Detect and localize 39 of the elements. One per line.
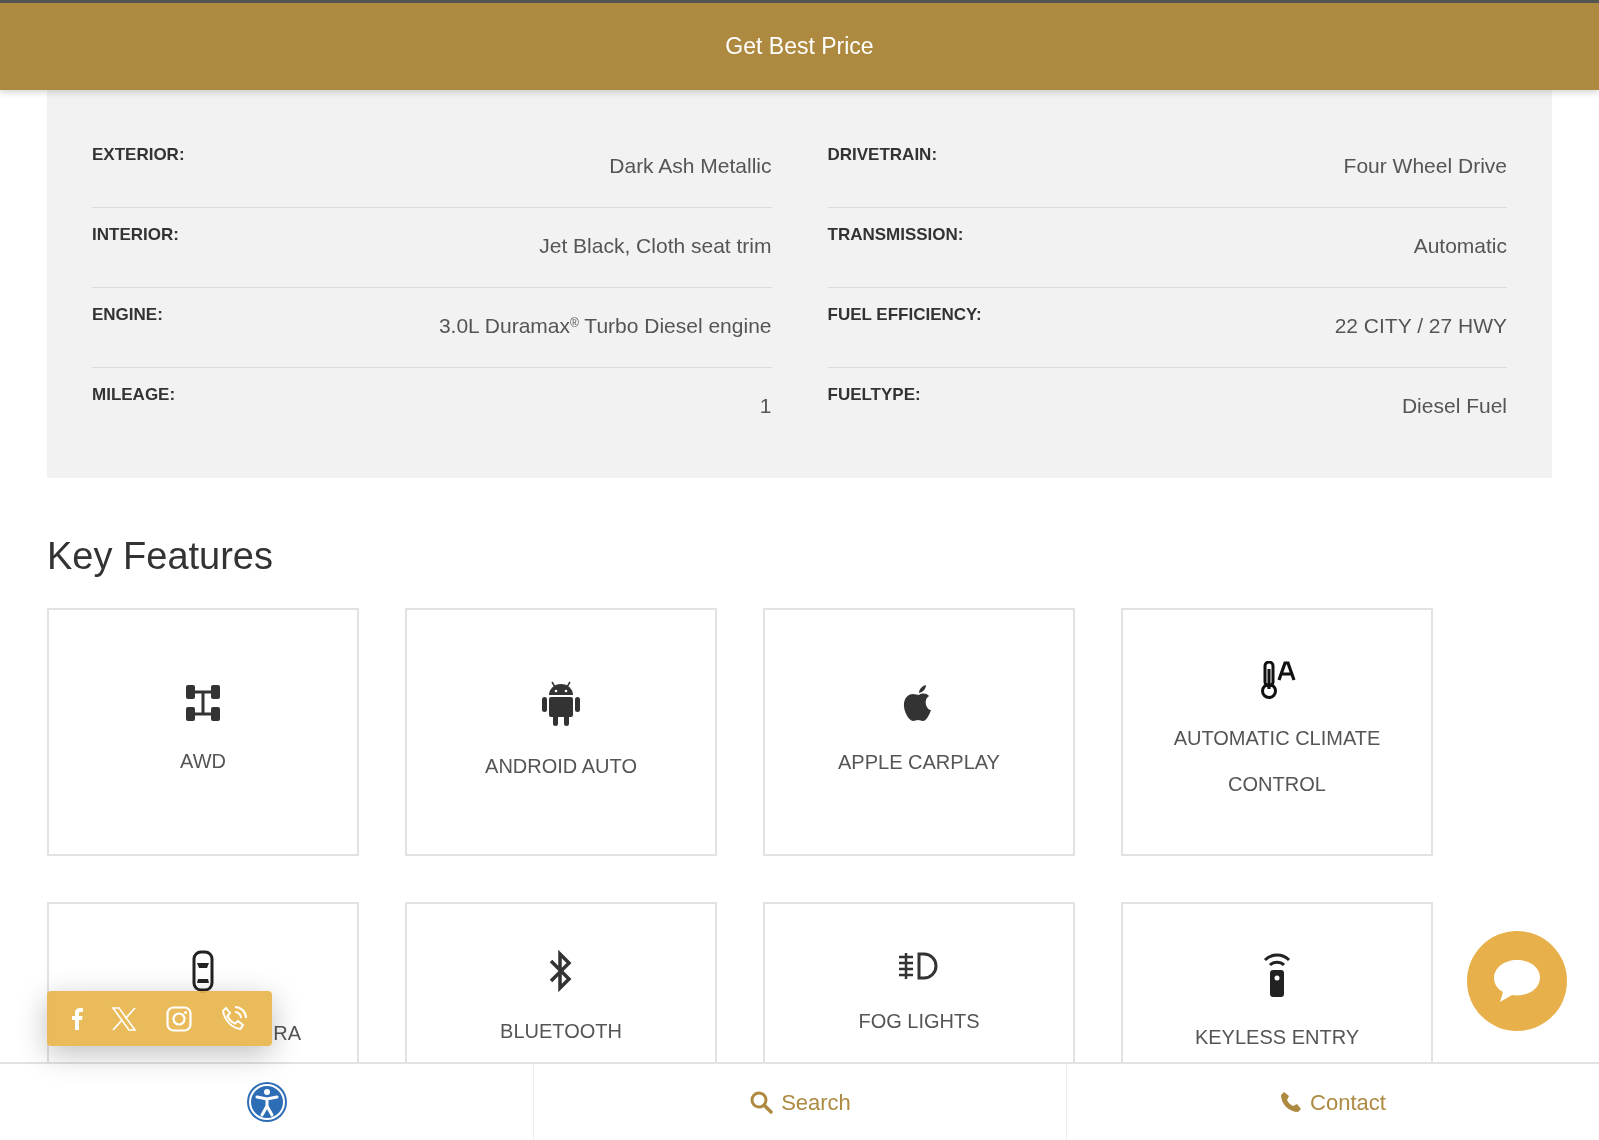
spec-value: Four Wheel Drive — [1343, 153, 1507, 179]
spec-value: 22 CITY / 27 HWY — [1334, 313, 1507, 339]
thermometer-icon — [1258, 660, 1296, 699]
spec-value: Diesel Fuel — [1401, 393, 1507, 419]
feature-label: ANDROID AUTO — [485, 753, 637, 779]
feature-label: KEYLESS ENTRY — [1194, 1024, 1360, 1050]
feature-label: AUTOMATIC CLIMATE CONTROL — [1172, 725, 1382, 797]
spec-label: TRANSMISSION: — [827, 224, 964, 246]
instagram-icon[interactable] — [165, 1005, 192, 1032]
spec-label: MILEAGE: — [92, 384, 176, 406]
get-best-price-link[interactable]: Get Best Price — [715, 25, 884, 68]
spec-value: Jet Black, Cloth seat trim — [539, 233, 772, 259]
spec-label: FUELTYPE: — [827, 384, 921, 406]
spec-label: ENGINE: — [92, 304, 163, 326]
feature-label: AWD — [180, 748, 226, 774]
feature-label: RA — [273, 1020, 301, 1046]
spec-label: EXTERIOR: — [92, 144, 185, 166]
feature-label: APPLE CARPLAY — [838, 749, 1000, 775]
accessibility-icon[interactable] — [245, 1081, 288, 1123]
feature-label: BLUETOOTH — [500, 1018, 622, 1044]
spec-value: 3.0L Duramax$^{®}$ Turbo Diesel engine — [438, 313, 772, 339]
spec-value: Automatic — [1413, 233, 1507, 259]
spec-value: 1 — [759, 393, 772, 419]
facebook-icon[interactable] — [71, 1007, 84, 1030]
chassis-icon — [185, 683, 221, 722]
x-icon[interactable] — [111, 1006, 138, 1031]
chat-bubble-icon — [1492, 958, 1542, 1004]
phone-icon[interactable] — [219, 1004, 248, 1033]
feature-label: FOG LIGHTS — [858, 1008, 980, 1034]
spec-label: DRIVETRAIN: — [827, 144, 938, 166]
search-button[interactable]: Search — [745, 1081, 855, 1123]
car-top-view-icon — [192, 949, 214, 994]
section-heading: Key Features — [47, 534, 274, 579]
search-icon — [749, 1090, 774, 1114]
contact-button[interactable]: Contact — [1276, 1081, 1390, 1123]
spec-value: Dark Ash Metallic — [609, 153, 772, 179]
spec-label: FUEL EFFICIENCY: — [827, 304, 982, 326]
spec-label: INTERIOR: — [92, 224, 179, 246]
phone-icon — [1280, 1091, 1303, 1113]
